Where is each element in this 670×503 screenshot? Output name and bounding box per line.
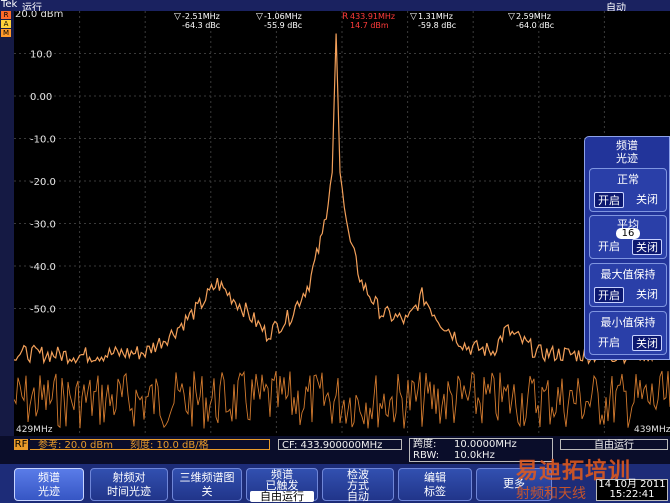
group-title: 最大值保持 [600,268,656,281]
top-status-bar: Tek 运行 自动 [0,0,670,14]
reference-marker-badge: R [342,12,348,22]
spectrum-plot: 10.00.00-10.0-20.0-30.0-40.0-50.0 ▽ -2.51… [14,11,670,436]
softkey-detection[interactable]: 检波 方式 自动 [322,468,394,503]
date-time-display: 14 10月 2011 15:22:41 [596,479,668,501]
marker-readout-ref[interactable]: R 433.91MHz14.7 dBm [342,12,395,30]
y-tick-label: 0.00 [30,92,52,103]
softkey-spectrum-trace[interactable]: 频谱 光迹 [14,468,84,501]
marker-level: -59.8 dBc [418,21,456,30]
y-tick-label: -10.0 [30,135,56,146]
brand-label: Tek [1,0,18,10]
marker-level: 14.7 dBm [350,21,389,30]
marker-frequency: -2.51MHz [182,12,220,21]
marker-frequency: 433.91MHz [350,12,395,21]
y-tick-label: 10.0 [30,50,52,61]
softkey-label: 编辑 [424,471,446,484]
watermark-subtitle: 射频和天线 [516,486,586,502]
softkey-label: 时间光迹 [107,485,151,498]
average-count[interactable]: 16 [616,228,640,239]
scale-text: 刻度: 10.0 dB/格 [130,440,209,451]
softkey-label: 标签 [424,485,446,498]
group-title: 最小值保持 [600,316,656,329]
freq-start-label: 429MHz [16,425,53,435]
y-tick-label: -50.0 [30,305,56,316]
marker-frequency: 2.59MHz [516,12,551,21]
ref-level-label: 20.0 dBm [15,11,63,20]
y-tick-label: -30.0 [30,220,56,231]
trigger-mode-readout[interactable]: 自由运行 [560,439,668,451]
average-off-option[interactable]: 关闭 [632,239,662,255]
marker-level: -64.0 dBc [516,21,554,30]
side-menu-title-line1: 频谱 [616,139,638,152]
left-channel-strip: R A M [0,11,14,436]
marker-level: -64.3 dBc [182,21,220,30]
max-hold-off-option[interactable]: 关闭 [632,287,662,303]
rbw-value: 10.0kHz [454,450,495,461]
softkey-trigger[interactable]: 频谱 已触发 自由运行 [246,468,318,502]
min-hold-group[interactable]: 最小值保持 开启 关闭 [589,311,667,355]
side-menu-title: 频谱 光迹 [585,139,669,165]
min-hold-on-option[interactable]: 开启 [594,335,624,351]
r-tag[interactable]: R [1,11,11,19]
min-hold-off-option[interactable]: 关闭 [632,335,662,351]
normal-off-option[interactable]: 关闭 [632,192,662,208]
marker-triangle-icon: ▽ [508,12,515,22]
average-group[interactable]: 平均 16 开启 关闭 [589,215,667,259]
marker-level: -55.9 dBc [264,21,302,30]
softkey-label: 光迹 [38,485,60,498]
trace-side-menu: 频谱 光迹 正常 开启 关闭 平均 16 开启 关闭 最大值保持 开启 关闭 最… [584,136,670,360]
max-hold-group[interactable]: 最大值保持 开启 关闭 [589,263,667,307]
marker-triangle-icon: ▽ [410,12,417,22]
y-tick-label: -40.0 [30,262,56,273]
a-tag[interactable]: A [1,20,11,28]
time-text: 15:22:41 [609,489,655,500]
marker-triangle-icon: ▽ [174,12,181,22]
span-value: 10.0000MHz [454,439,517,450]
freq-stop-label: 439MHz [634,425,670,435]
softkey-label: 三维频谱图 [179,471,235,484]
side-menu-title-line2: 光迹 [616,152,638,165]
marker-triangle-icon: ▽ [256,12,263,22]
softkey-edit-label[interactable]: 编辑 标签 [398,468,472,501]
span-label: 跨度: [413,439,437,450]
center-freq-readout[interactable]: CF: 433.900000MHz [278,439,402,451]
softkey-rf-vs-time[interactable]: 射频对 时间光迹 [90,468,168,501]
y-tick-label: -20.0 [30,177,56,188]
marker-frequency: -1.06MHz [264,12,302,21]
softkey-label: 射频对 [112,471,146,484]
softkey-spectrogram[interactable]: 三维频谱图 关 [172,468,242,501]
group-title: 正常 [617,173,639,186]
m-tag[interactable]: M [1,29,11,37]
reference-readout[interactable]: 参考: 20.0 dBm 刻度: 10.0 dB/格 [30,439,270,451]
softkey-label: 关 [201,485,213,498]
softkey-value: 自动 [347,490,369,503]
max-hold-on-option[interactable]: 开启 [594,287,624,303]
average-on-option[interactable]: 开启 [594,239,624,255]
softkey-value: 自由运行 [250,491,314,502]
normal-group[interactable]: 正常 开启 关闭 [589,168,667,212]
rf-badge: RF [14,439,28,450]
softkey-label: 频谱 [38,471,60,484]
reference-level-text: 参考: 20.0 dBm [38,440,113,451]
normal-on-option[interactable]: 开启 [594,192,624,208]
marker-frequency: 1.31MHz [418,12,453,21]
rbw-label: RBW: [413,450,440,461]
